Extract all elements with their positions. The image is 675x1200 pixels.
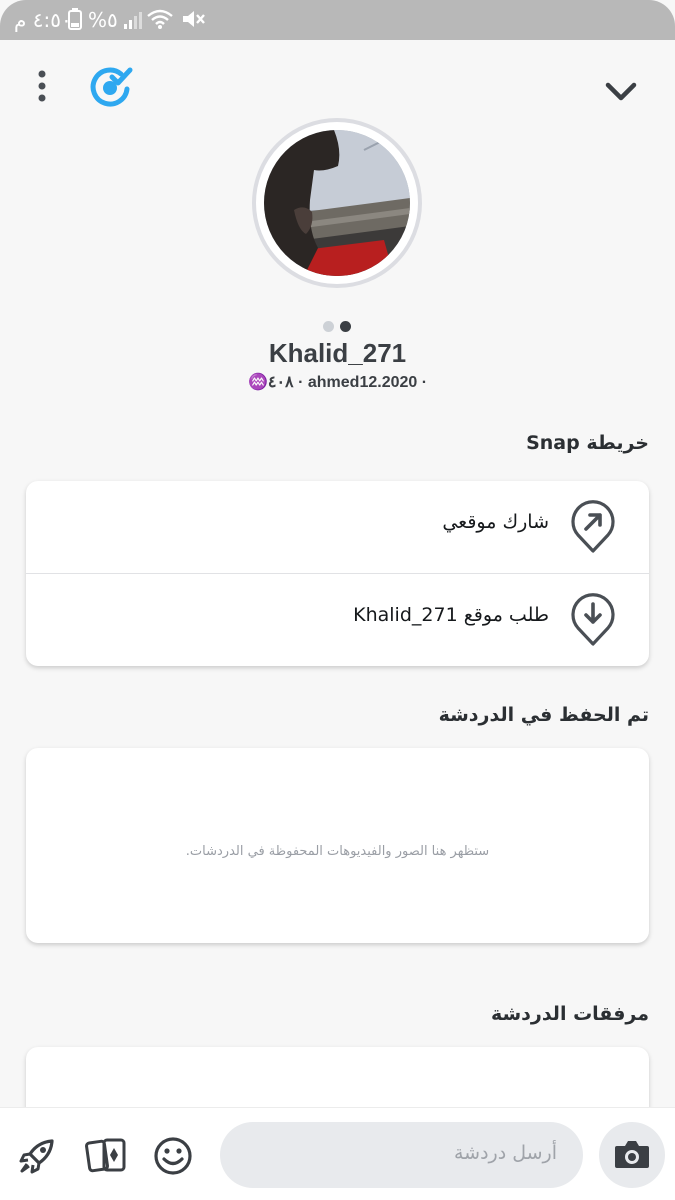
bottom-bar: أرسل دردشة xyxy=(0,1107,675,1200)
cards-button[interactable] xyxy=(84,1136,128,1180)
saved-in-chat-title: تم الحفظ في الدردشة xyxy=(438,704,649,726)
pager-dot xyxy=(323,321,334,332)
signal-icon xyxy=(123,10,143,34)
rocket-icon xyxy=(19,1139,54,1174)
profile-avatar[interactable] xyxy=(252,118,422,288)
separator-dot: · xyxy=(298,374,304,391)
location-arrow-up-right-icon xyxy=(569,499,617,559)
chat-input[interactable]: أرسل دردشة xyxy=(220,1122,583,1188)
battery-percent: %٥ xyxy=(88,8,118,32)
more-options-button[interactable] xyxy=(30,70,54,104)
chat-attachments-title: مرفقات الدردشة xyxy=(490,1003,649,1025)
snap-map-title: خريطة Snap xyxy=(526,432,649,454)
saved-in-chat-card: ستظهر هنا الصور والفيديوهات المحفوظة في … xyxy=(26,748,649,943)
zodiac-icon: ♒ xyxy=(247,374,268,391)
chat-input-placeholder: أرسل دردشة xyxy=(453,1142,557,1164)
profile-subtitle: ♒٤٠٨ · ahmed12.2020 · xyxy=(0,372,675,392)
emoji-button[interactable] xyxy=(153,1136,193,1180)
username: ahmed12.2020 xyxy=(307,374,418,391)
friendship-button[interactable] xyxy=(90,66,134,108)
display-name: Khalid_271 xyxy=(268,338,407,368)
request-location-row[interactable]: طلب موقع Khalid_271 xyxy=(26,574,649,666)
share-location-row[interactable]: شارك موقعي xyxy=(26,481,649,574)
camera-button[interactable] xyxy=(599,1122,665,1188)
status-bar: ٤:٥٠ م %٥ xyxy=(0,0,675,40)
avatar-photo xyxy=(264,130,410,276)
rocket-button[interactable] xyxy=(18,1136,58,1180)
snap-score: ٤٠٨ xyxy=(267,374,294,391)
smiley-icon xyxy=(154,1137,192,1175)
wifi-icon xyxy=(146,8,174,34)
snap-map-card: شارك موقعي طلب موقع Khalid_271 xyxy=(26,481,649,666)
pager-dot-active xyxy=(340,321,351,332)
mute-icon xyxy=(180,8,206,34)
status-time: ٤:٥٠ م xyxy=(14,8,72,32)
location-arrow-down-icon xyxy=(569,592,617,652)
saved-empty-text: ستظهر هنا الصور والفيديوهات المحفوظة في … xyxy=(185,844,490,859)
chevron-down-icon xyxy=(605,82,637,101)
share-location-label: شارك موقعي xyxy=(442,511,549,533)
more-vertical-icon xyxy=(38,70,46,102)
camera-icon xyxy=(615,1141,649,1168)
request-location-label: طلب موقع Khalid_271 xyxy=(353,604,549,626)
collapse-button[interactable] xyxy=(604,80,638,104)
separator-dot: · xyxy=(421,374,428,391)
cards-icon xyxy=(85,1138,126,1173)
friend-check-icon xyxy=(90,67,133,107)
battery-icon xyxy=(68,8,82,34)
